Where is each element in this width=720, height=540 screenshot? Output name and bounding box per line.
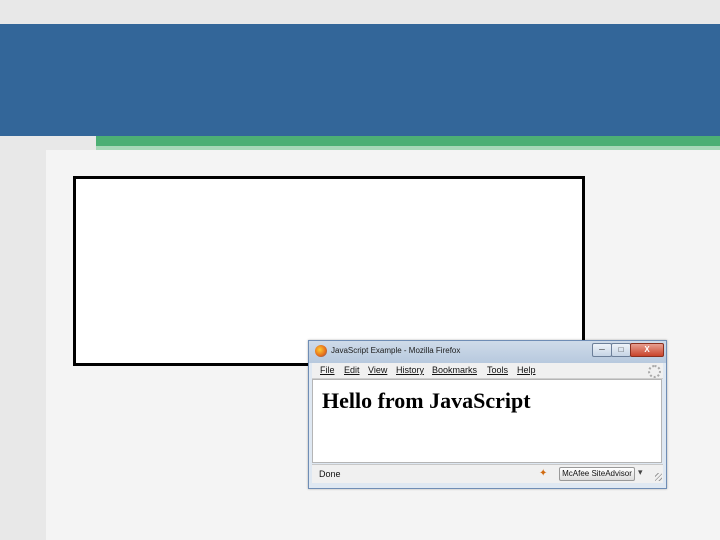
menu-view[interactable]: View	[368, 365, 387, 375]
window-titlebar[interactable]: JavaScript Example - Mozilla Firefox ─ □…	[309, 341, 666, 363]
menu-edit[interactable]: Edit	[344, 365, 360, 375]
siteadvisor-icon[interactable]: ✦	[539, 468, 547, 479]
menu-file[interactable]: File	[320, 365, 335, 375]
empty-content-box	[73, 176, 585, 366]
menu-tools[interactable]: Tools	[487, 365, 508, 375]
firefox-logo-icon	[315, 345, 327, 357]
window-title: JavaScript Example - Mozilla Firefox	[331, 346, 461, 355]
status-text: Done	[319, 469, 341, 479]
page-viewport[interactable]: Hello from JavaScript	[312, 379, 662, 463]
loading-throbber-icon	[648, 365, 661, 378]
siteadvisor-button[interactable]: McAfee SiteAdvisor	[559, 467, 635, 481]
firefox-window: JavaScript Example - Mozilla Firefox ─ □…	[308, 340, 667, 489]
maximize-button[interactable]: □	[611, 343, 631, 357]
minimize-button[interactable]: ─	[592, 343, 612, 357]
page-heading: Hello from JavaScript	[322, 388, 531, 413]
menu-bookmarks[interactable]: Bookmarks	[432, 365, 477, 375]
siteadvisor-dropdown-icon[interactable]: ▾	[638, 467, 643, 478]
menu-bar: File Edit View History Bookmarks Tools H…	[312, 363, 663, 379]
resize-grip-icon[interactable]	[655, 473, 662, 481]
menu-history[interactable]: History	[396, 365, 424, 375]
slide-header-band	[0, 24, 720, 136]
slide-top-strip	[0, 0, 720, 24]
close-button[interactable]: X	[630, 343, 664, 357]
status-bar: Done ✦ McAfee SiteAdvisor ▾	[312, 464, 663, 483]
menu-help[interactable]: Help	[517, 365, 536, 375]
